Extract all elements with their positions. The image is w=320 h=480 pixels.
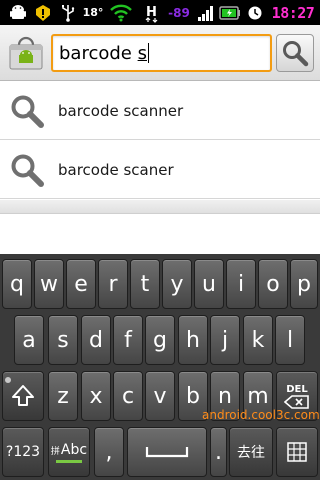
comma-key[interactable]: ,	[94, 427, 124, 477]
signal-dbm-text: -89	[168, 5, 190, 20]
key-t[interactable]: t	[130, 259, 160, 309]
language-indicator	[56, 459, 82, 463]
go-key[interactable]: 去往	[229, 427, 273, 477]
suggestion-text: barcode scanner	[58, 101, 184, 120]
usb-icon	[58, 0, 78, 25]
symbols-key[interactable]: ?123	[2, 427, 44, 477]
key-o[interactable]: o	[258, 259, 288, 309]
key-w[interactable]: w	[34, 259, 64, 309]
status-bar: 18° H -89 18:27	[0, 0, 320, 25]
key-g[interactable]: g	[145, 315, 175, 365]
temperature-text: 18°	[82, 6, 104, 19]
delete-key-label: DEL	[286, 383, 308, 395]
suggestion-list-bottom	[0, 200, 320, 214]
keyboard-settings-key[interactable]	[276, 427, 318, 477]
language-key[interactable]: 拼 Abc	[48, 427, 90, 477]
key-r[interactable]: r	[98, 259, 128, 309]
key-a[interactable]: a	[14, 315, 44, 365]
spacebar-icon	[145, 447, 189, 458]
language-key-label: 拼 Abc	[51, 442, 87, 458]
key-v[interactable]: v	[145, 371, 175, 421]
signal-bars-icon	[196, 0, 216, 25]
space-key[interactable]	[127, 427, 207, 477]
key-z[interactable]: z	[48, 371, 78, 421]
shift-arrow-icon	[12, 385, 34, 406]
clock-icon	[245, 0, 265, 25]
key-q[interactable]: q	[2, 259, 32, 309]
search-query-current-word: s	[137, 42, 147, 64]
search-query-prefix: barcode	[59, 42, 138, 64]
key-y[interactable]: y	[162, 259, 192, 309]
magnifier-icon	[283, 41, 309, 67]
clock-time: 18:27	[271, 3, 315, 22]
period-key[interactable]: .	[210, 427, 227, 477]
lang-glyph: 拼	[50, 446, 60, 457]
key-h[interactable]: h	[178, 315, 208, 365]
search-button[interactable]	[276, 34, 314, 72]
text-caret	[147, 43, 149, 63]
key-u[interactable]: u	[194, 259, 224, 309]
key-p[interactable]: p	[290, 259, 318, 309]
market-bag-icon[interactable]	[6, 35, 46, 71]
key-e[interactable]: e	[66, 259, 96, 309]
android-icon	[6, 0, 30, 25]
key-j[interactable]: j	[210, 315, 240, 365]
search-input[interactable]: barcode s	[51, 34, 272, 72]
h-network-icon: H	[142, 0, 162, 25]
magnifier-icon	[0, 82, 54, 140]
key-k[interactable]: k	[243, 315, 273, 365]
suggestion-item[interactable]: barcode scaner	[0, 141, 320, 199]
key-s[interactable]: s	[48, 315, 78, 365]
key-c[interactable]: c	[113, 371, 143, 421]
key-l[interactable]: l	[275, 315, 305, 365]
key-indicator-dot	[5, 377, 11, 383]
suggestion-item[interactable]: barcode scanner	[0, 82, 320, 140]
grid-icon	[287, 442, 307, 462]
key-i[interactable]: i	[226, 259, 256, 309]
key-f[interactable]: f	[113, 315, 143, 365]
suggestion-list: barcode scanner barcode scaner	[0, 82, 320, 214]
magnifier-icon	[0, 141, 54, 199]
search-header: barcode s	[0, 25, 320, 81]
backspace-icon	[284, 394, 309, 409]
suggestion-text: barcode scaner	[58, 160, 174, 179]
warning-icon	[33, 0, 53, 25]
key-d[interactable]: d	[81, 315, 111, 365]
key-x[interactable]: x	[81, 371, 111, 421]
battery-icon	[218, 0, 242, 25]
wifi-icon	[108, 0, 134, 25]
watermark-text: android.cool3c.com	[202, 408, 320, 422]
language-label: Abc	[60, 441, 88, 458]
